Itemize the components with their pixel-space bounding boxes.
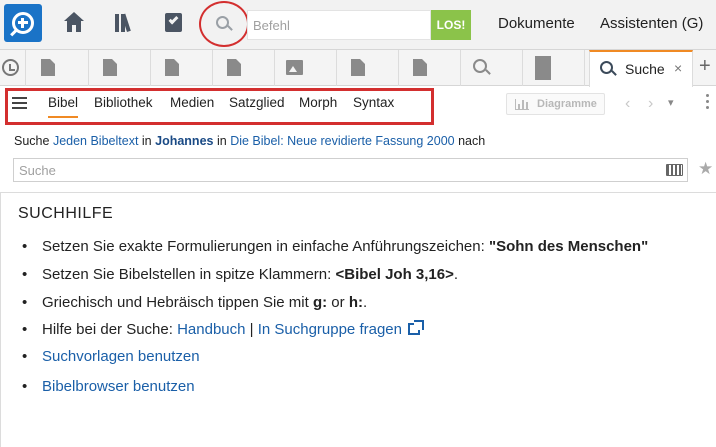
search-in-2: in	[216, 134, 227, 148]
manual-link[interactable]: Handbuch	[177, 321, 245, 338]
book-icon	[535, 56, 551, 80]
menu-assistants[interactable]: Assistenten (G)	[600, 15, 703, 32]
bullet: •	[22, 294, 28, 311]
top-toolbar: LOS! Dokumente Assistenten (G)	[0, 0, 716, 50]
help-end: .	[363, 294, 368, 311]
keyboard-icon[interactable]	[666, 164, 683, 176]
help-end: .	[453, 266, 459, 283]
bullet: •	[22, 348, 28, 365]
tab-document[interactable]	[89, 50, 151, 86]
document-icon	[103, 59, 117, 76]
help-text: Setzen Sie exakte Formulierungen in einf…	[42, 238, 489, 255]
tab-bibliothek[interactable]: Bibliothek	[94, 95, 153, 110]
bible-browser-link[interactable]: Bibelbrowser benutzen	[42, 378, 195, 395]
document-icon	[413, 59, 427, 76]
help-text: Hilfe bei der Suche:	[42, 321, 178, 338]
search-icon	[473, 59, 487, 73]
scope-link[interactable]: Jeden Bibeltext	[53, 134, 138, 148]
help-item-help: • Hilfe bei der Suche: Handbuch | In Such…	[22, 320, 424, 338]
tab-document[interactable]	[337, 50, 399, 86]
star-icon[interactable]: ★	[698, 159, 713, 179]
tab-strip: Suche × +	[0, 50, 716, 87]
templates-link[interactable]: Suchvorlagen benutzen	[42, 348, 200, 365]
book-link[interactable]: Johannes	[155, 134, 213, 148]
search-in-1: in	[141, 134, 152, 148]
search-icon	[600, 61, 613, 74]
tab-label: Suche	[625, 61, 665, 77]
tab-image[interactable]	[275, 50, 337, 86]
logo-search-icon[interactable]	[4, 4, 42, 42]
tab-document[interactable]	[213, 50, 275, 86]
help-item-greek: • Griechisch und Hebräisch tippen Sie mit…	[22, 294, 367, 311]
prev-button[interactable]: ‹	[625, 95, 630, 113]
bullet: •	[22, 238, 28, 255]
search-icon	[216, 16, 229, 29]
help-or: or	[327, 294, 349, 311]
tab-satzglied[interactable]: Satzglied	[229, 95, 285, 110]
hebrew-prefix: h:	[348, 294, 363, 311]
tab-search-active[interactable]: Suche ×	[589, 50, 693, 87]
library-icon[interactable]	[113, 12, 135, 34]
command-input[interactable]	[247, 10, 431, 40]
help-text: Griechisch und Hebräisch tippen Sie mit	[42, 294, 313, 311]
help-item-browser: • Bibelbrowser benutzen	[22, 378, 195, 395]
document-icon	[165, 59, 179, 76]
external-link-icon[interactable]	[407, 320, 424, 335]
search-input[interactable]	[13, 158, 688, 182]
go-button[interactable]: LOS!	[431, 10, 471, 40]
image-icon	[286, 60, 303, 75]
tab-syntax[interactable]: Syntax	[353, 95, 394, 110]
document-icon	[41, 59, 55, 76]
panel-toolbar: Bibel Bibliothek Medien Satzglied Morph …	[0, 87, 716, 121]
help-example: "Sohn des Menschen"	[488, 238, 649, 255]
bible-link[interactable]: Die Bibel: Neue revidierte Fassung 2000	[230, 134, 454, 148]
tab-document[interactable]	[151, 50, 213, 86]
help-item-refs: • Setzen Sie Bibelstellen in spitze Klamm…	[22, 266, 458, 283]
bullet: •	[22, 266, 28, 283]
chart-icon	[515, 99, 529, 110]
bullet: •	[22, 378, 28, 395]
bullet: •	[22, 321, 28, 338]
next-button[interactable]: ›	[648, 95, 653, 113]
help-item-templates: • Suchvorlagen benutzen	[22, 348, 200, 365]
tab-bibel[interactable]: Bibel	[48, 95, 79, 118]
tab-morph[interactable]: Morph	[299, 95, 337, 110]
diagram-button[interactable]: Diagramme	[506, 93, 605, 115]
diagram-label: Diagramme	[537, 98, 597, 110]
more-options-icon[interactable]	[706, 94, 710, 110]
tab-document[interactable]	[27, 50, 89, 86]
help-example: <Bibel Joh 3,16>	[335, 266, 454, 283]
search-suffix: nach	[458, 134, 486, 148]
close-icon[interactable]: ×	[674, 60, 682, 76]
tab-book[interactable]	[523, 50, 585, 86]
left-border	[0, 193, 1, 447]
document-icon	[227, 59, 241, 76]
search-description: Suche Jeden Bibeltext in Johannes in Die…	[14, 134, 485, 148]
dropdown-button[interactable]: ▾	[668, 96, 674, 109]
help-text: Setzen Sie Bibelstellen in spitze Klamme…	[42, 266, 336, 283]
divider	[0, 192, 716, 193]
tasks-icon[interactable]	[163, 12, 185, 34]
tab-search[interactable]	[461, 50, 523, 86]
tab-document[interactable]	[399, 50, 461, 86]
search-prefix: Suche	[14, 134, 50, 148]
hamburger-icon[interactable]	[12, 97, 27, 110]
tab-medien[interactable]: Medien	[170, 95, 214, 110]
help-item-quotes: • Setzen Sie exakte Formulierungen in ein…	[22, 238, 648, 255]
home-icon[interactable]	[63, 12, 85, 34]
search-group-link[interactable]: In Suchgruppe fragen	[258, 321, 402, 338]
help-title: SUCHHILFE	[18, 205, 114, 222]
document-icon	[351, 59, 365, 76]
menu-documents[interactable]: Dokumente	[498, 15, 575, 32]
history-icon[interactable]	[0, 50, 26, 86]
greek-prefix: g:	[312, 294, 328, 311]
new-tab-button[interactable]: +	[699, 55, 711, 78]
separator: |	[245, 321, 258, 338]
